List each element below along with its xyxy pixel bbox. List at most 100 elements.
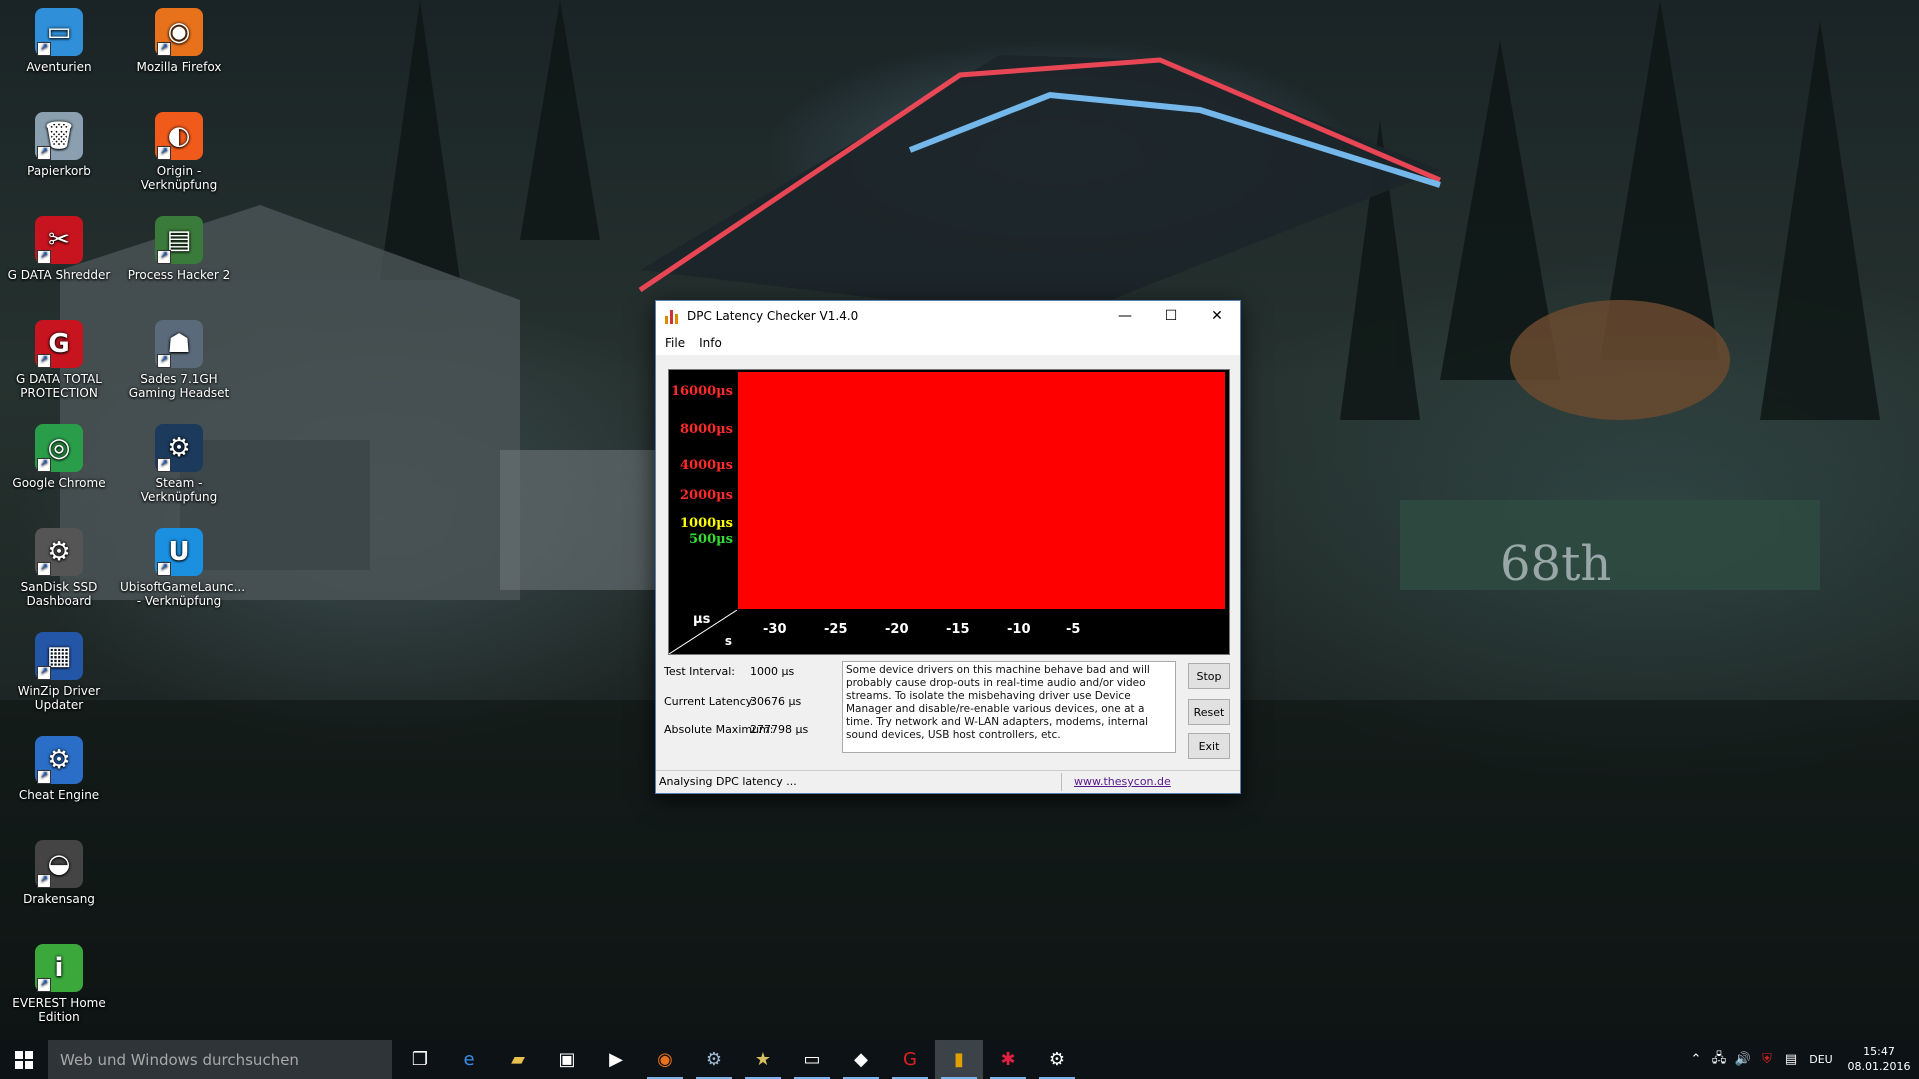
taskbar-ssd-dashboard-icon[interactable]: ⚙	[1033, 1040, 1081, 1079]
shortcut-arrow-icon: ↗	[37, 562, 51, 576]
taskbar-media-player-icon[interactable]: ▶	[592, 1040, 640, 1079]
shortcut-arrow-icon: ↗	[37, 770, 51, 784]
language-indicator[interactable]: DEU	[1806, 1040, 1836, 1079]
desktop-icon-label: Origin - Verknüpfung	[140, 164, 218, 192]
taskbar-star-app-icon[interactable]: ★	[739, 1040, 787, 1079]
latency-bar	[877, 372, 890, 609]
taskbar: Web und Windows durchsuchen ❐ e ▰ ▣ ▶ ◉ ⚙ ★ ▭ ◆ G ▮…	[0, 1040, 1919, 1079]
shortcut-arrow-icon: ↗	[157, 42, 171, 56]
taskbar-steam-icon[interactable]: ⚙	[690, 1040, 738, 1079]
latency-bar	[1016, 372, 1029, 609]
desktop-icon[interactable]: ▦ ↗ WinZip Driver Updater	[0, 632, 118, 712]
y-tick-label: 1000µs	[679, 516, 733, 531]
shortcut-arrow-icon: ↗	[157, 458, 171, 472]
shortcut-arrow-icon: ↗	[37, 978, 51, 992]
clock-time: 15:47	[1863, 1045, 1895, 1058]
latency-bar	[946, 372, 959, 609]
desktop-icon[interactable]: G ↗ G DATA TOTAL PROTECTION	[0, 320, 118, 400]
test-interval-label: Test Interval:	[664, 665, 735, 678]
latency-bar	[1113, 372, 1126, 609]
taskbar-dpc-latency-icon[interactable]: ▮	[935, 1040, 983, 1079]
title-bar[interactable]: DPC Latency Checker V1.4.0 — ☐ ✕	[656, 301, 1240, 331]
axis-corner: µs s	[669, 610, 737, 654]
desktop-app-icon: ◎ ↗	[35, 424, 83, 472]
shortcut-arrow-icon: ↗	[37, 42, 51, 56]
latency-bar	[932, 372, 945, 609]
shortcut-arrow-icon: ↗	[37, 874, 51, 888]
latency-bar	[988, 372, 1001, 609]
menu-file[interactable]: File	[656, 336, 692, 350]
latency-bar	[835, 372, 848, 609]
shortcut-arrow-icon: ↗	[157, 562, 171, 576]
stop-button[interactable]: Stop	[1188, 663, 1230, 689]
show-hidden-icons-icon[interactable]: ⌃	[1686, 1040, 1706, 1079]
shortcut-arrow-icon: ↗	[157, 146, 171, 160]
x-tick-label: -10	[1007, 622, 1031, 637]
absolute-max-value: 277798 µs	[750, 723, 809, 736]
taskbar-store-icon[interactable]: ▣	[543, 1040, 591, 1079]
desktop-icon[interactable]: ◐ ↗ Origin - Verknüpfung	[120, 112, 238, 192]
desktop-app-icon: ◐ ↗	[155, 112, 203, 160]
y-tick-label: 16000µs	[670, 384, 733, 399]
x-tick-label: -30	[763, 622, 787, 637]
desktop-icon[interactable]: ▭ ↗ Aventurien	[0, 8, 118, 74]
desktop-app-icon: G ↗	[35, 320, 83, 368]
close-button[interactable]: ✕	[1194, 301, 1240, 331]
desktop-app-icon: ◉ ↗	[155, 8, 203, 56]
latency-bar	[863, 372, 876, 609]
desktop-icon[interactable]: i ↗ EVEREST Home Edition	[0, 944, 118, 1024]
desktop-icon[interactable]: ◎ ↗ Google Chrome	[0, 424, 118, 490]
clock[interactable]: 15:47 08.01.2016	[1840, 1044, 1918, 1074]
x-axis: µs s -30 -25 -20 -15 -10 -5	[669, 610, 1229, 654]
taskbar-gdata-icon[interactable]: G	[886, 1040, 934, 1079]
menu-info[interactable]: Info	[692, 336, 729, 350]
minimize-button[interactable]: —	[1102, 301, 1148, 331]
latency-bar	[765, 372, 778, 609]
latency-bar	[960, 372, 973, 609]
desktop-app-icon: ◒ ↗	[35, 840, 83, 888]
desktop-icon[interactable]: ◒ ↗ Drakensang	[0, 840, 118, 906]
maximize-button[interactable]: ☐	[1148, 301, 1194, 331]
exit-button[interactable]: Exit	[1188, 733, 1230, 759]
taskbar-cluster-app-icon[interactable]: ✱	[984, 1040, 1032, 1079]
desktop-icon-label: Drakensang	[23, 892, 95, 906]
latency-bar	[1141, 372, 1154, 609]
desktop-icon[interactable]: ⚙ ↗ Cheat Engine	[0, 736, 118, 802]
desktop-icon-label: Steam - Verknüpfung	[140, 476, 218, 504]
start-button[interactable]	[0, 1040, 48, 1079]
desktop-icon[interactable]: ▤ ↗ Process Hacker 2	[120, 216, 238, 282]
taskbar-edge-icon[interactable]: e	[445, 1040, 493, 1079]
latency-bar	[918, 372, 931, 609]
taskbar-task-view-icon[interactable]: ❐	[396, 1040, 444, 1079]
desktop-icon[interactable]: 🗑 ↗ Papierkorb	[0, 112, 118, 178]
desktop-icon[interactable]: ⚙ ↗ Steam - Verknüpfung	[120, 424, 238, 504]
desktop-icon[interactable]: ◉ ↗ Mozilla Firefox	[120, 8, 238, 74]
taskbar-monitor-app-icon[interactable]: ▭	[788, 1040, 836, 1079]
dpc-latency-window[interactable]: DPC Latency Checker V1.4.0 — ☐ ✕ File In…	[655, 300, 1241, 794]
window-title: DPC Latency Checker V1.4.0	[687, 309, 859, 323]
gdata-tray-icon[interactable]: ⛨	[1756, 1040, 1778, 1079]
latency-bar	[807, 372, 820, 609]
shortcut-arrow-icon: ↗	[157, 354, 171, 368]
windows-logo-icon	[15, 1050, 33, 1069]
status-bar: Analysing DPC latency ... www.thesycon.d…	[656, 770, 1240, 793]
desktop-icon[interactable]: ✂ ↗ G DATA Shredder	[0, 216, 118, 282]
desktop-icon[interactable]: U ↗ UbisoftGameLaunc... - Verknüpfung	[120, 528, 245, 608]
network-icon[interactable]: 🖧	[1708, 1040, 1730, 1079]
website-link[interactable]: www.thesycon.de	[1074, 775, 1171, 788]
taskbar-firefox-icon[interactable]: ◉	[641, 1040, 689, 1079]
taskbar-network-app-icon[interactable]: ◆	[837, 1040, 885, 1079]
desktop-icon[interactable]: ☗ ↗ Sades 7.1GH Gaming Headset	[120, 320, 238, 400]
status-separator	[1061, 773, 1062, 791]
latency-bar	[1002, 372, 1015, 609]
action-center-icon[interactable]: ▤	[1780, 1040, 1802, 1079]
desktop-icon[interactable]: ⚙ ↗ SanDisk SSD Dashboard	[0, 528, 118, 608]
latency-bar	[793, 372, 806, 609]
x-unit-label: s	[724, 634, 732, 648]
x-tick-label: -15	[946, 622, 970, 637]
taskbar-file-explorer-icon[interactable]: ▰	[494, 1040, 542, 1079]
reset-button[interactable]: Reset	[1188, 699, 1230, 725]
search-box[interactable]: Web und Windows durchsuchen	[48, 1040, 392, 1079]
x-tick-label: -5	[1066, 622, 1081, 637]
volume-icon[interactable]: 🔊	[1732, 1040, 1754, 1079]
